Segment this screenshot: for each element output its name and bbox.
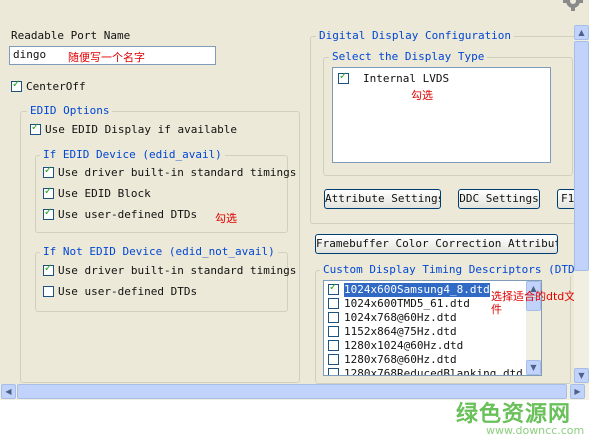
if-not-edid-title: If Not EDID Device (edid_not_avail): [40, 245, 278, 258]
dtd-item-label: 1024x768@60Hz.dtd: [344, 311, 457, 324]
dtd-item-label: 1152x864@75Hz.dtd: [344, 325, 457, 338]
gear-icon[interactable]: [560, 0, 586, 12]
if-edid-user-dtds-checkbox[interactable]: [43, 207, 54, 220]
if-not-edid-driver-timings-label: Use driver built-in standard timings: [58, 264, 297, 277]
if-not-edid-user-dtds-checkbox[interactable]: [43, 286, 54, 297]
scroll-right-icon[interactable]: ▶: [570, 384, 585, 399]
main-vertical-scroll-thumb[interactable]: [574, 41, 589, 271]
scroll-down-icon[interactable]: ▼: [574, 368, 589, 383]
use-edid-label: Use EDID Display if available: [45, 123, 238, 136]
watermark-url: www.downcc.com: [486, 424, 585, 437]
display-type-list[interactable]: Internal LVDS 勾选: [332, 67, 551, 163]
digital-display-config-title: Digital Display Configuration: [316, 29, 515, 42]
if-not-edid-group: [35, 252, 288, 312]
internal-lvds-label: Internal LVDS: [363, 72, 450, 85]
dtd-list-item[interactable]: 1152x864@75Hz.dtd: [324, 325, 541, 339]
center-off-label: CenterOff: [26, 80, 86, 93]
internal-lvds-checkbox[interactable]: [338, 71, 349, 84]
dtd-annotation-line1: 选择适合的dtd文: [491, 290, 576, 303]
dtd-list-item[interactable]: 1280x1024@60Hz.dtd: [324, 339, 541, 353]
dtd-list-item[interactable]: 1280x768@60Hz.dtd: [324, 353, 541, 367]
edid-options-title: EDID Options: [27, 104, 113, 117]
if-edid-block-label: Use EDID Block: [58, 187, 151, 200]
if-edid-driver-timings-label: Use driver built-in standard timings: [58, 166, 297, 179]
ddc-settings-button[interactable]: DDC Settings: [458, 189, 540, 209]
dtd-item-checkbox[interactable]: [328, 340, 339, 351]
scroll-down-icon[interactable]: ▼: [526, 360, 541, 375]
scroll-up-icon[interactable]: ▲: [574, 25, 589, 40]
dtd-annotation-line2: 件: [491, 303, 502, 316]
dtd-item-label: 1024x600Samsung4_8.dtd: [344, 283, 490, 297]
dtd-title: Custom Display Timing Descriptors (DTDs): [320, 263, 589, 276]
dtd-list-item[interactable]: 1280x768ReducedBlanking.dtd: [324, 367, 541, 376]
display-type-annotation: 勾选: [411, 89, 433, 102]
if-edid-title: If EDID Device (edid_avail): [40, 148, 225, 161]
attribute-settings-button[interactable]: Attribute Settings: [324, 189, 441, 209]
dtd-item-label: 1024x600TMD5_61.dtd: [344, 297, 470, 310]
dtd-item-label: 1280x768ReducedBlanking.dtd: [344, 367, 523, 376]
if-edid-block-checkbox[interactable]: [43, 186, 54, 199]
dtd-item-label: 1280x768@60Hz.dtd: [344, 353, 457, 366]
if-edid-user-dtds-label: Use user-defined DTDs: [58, 208, 198, 221]
framebuffer-color-correction-button[interactable]: Framebuffer Color Correction Attributes: [315, 234, 558, 254]
if-not-edid-user-dtds-label: Use user-defined DTDs: [58, 285, 198, 298]
port-name-label: Readable Port Name: [11, 29, 131, 42]
port-name-value: dingo: [13, 48, 47, 61]
scroll-left-icon[interactable]: ◀: [1, 384, 16, 399]
main-vertical-scrollbar[interactable]: ▲ ▼: [574, 25, 589, 383]
dtd-item-checkbox[interactable]: [328, 368, 339, 375]
dtd-item-checkbox[interactable]: [328, 354, 339, 365]
if-not-edid-driver-timings-checkbox[interactable]: [43, 263, 54, 276]
dtd-item-checkbox[interactable]: [328, 282, 339, 295]
if-edid-driver-timings-checkbox[interactable]: [43, 165, 54, 178]
display-type-title: Select the Display Type: [329, 50, 488, 63]
dtd-list-item[interactable]: 1024x768@60Hz.dtd: [324, 311, 541, 325]
dtd-item-checkbox[interactable]: [328, 312, 339, 323]
dtd-item-checkbox[interactable]: [328, 298, 339, 309]
config-window: Readable Port Name dingo 随便写一个名字 CenterO…: [0, 0, 589, 400]
dtd-item-checkbox[interactable]: [328, 326, 339, 337]
center-off-checkbox[interactable]: [11, 79, 22, 92]
port-name-annotation: 随便写一个名字: [68, 51, 145, 64]
dtd-item-label: 1280x1024@60Hz.dtd: [344, 339, 464, 352]
if-edid-annotation: 勾选: [215, 212, 237, 225]
use-edid-checkbox[interactable]: [30, 122, 41, 135]
